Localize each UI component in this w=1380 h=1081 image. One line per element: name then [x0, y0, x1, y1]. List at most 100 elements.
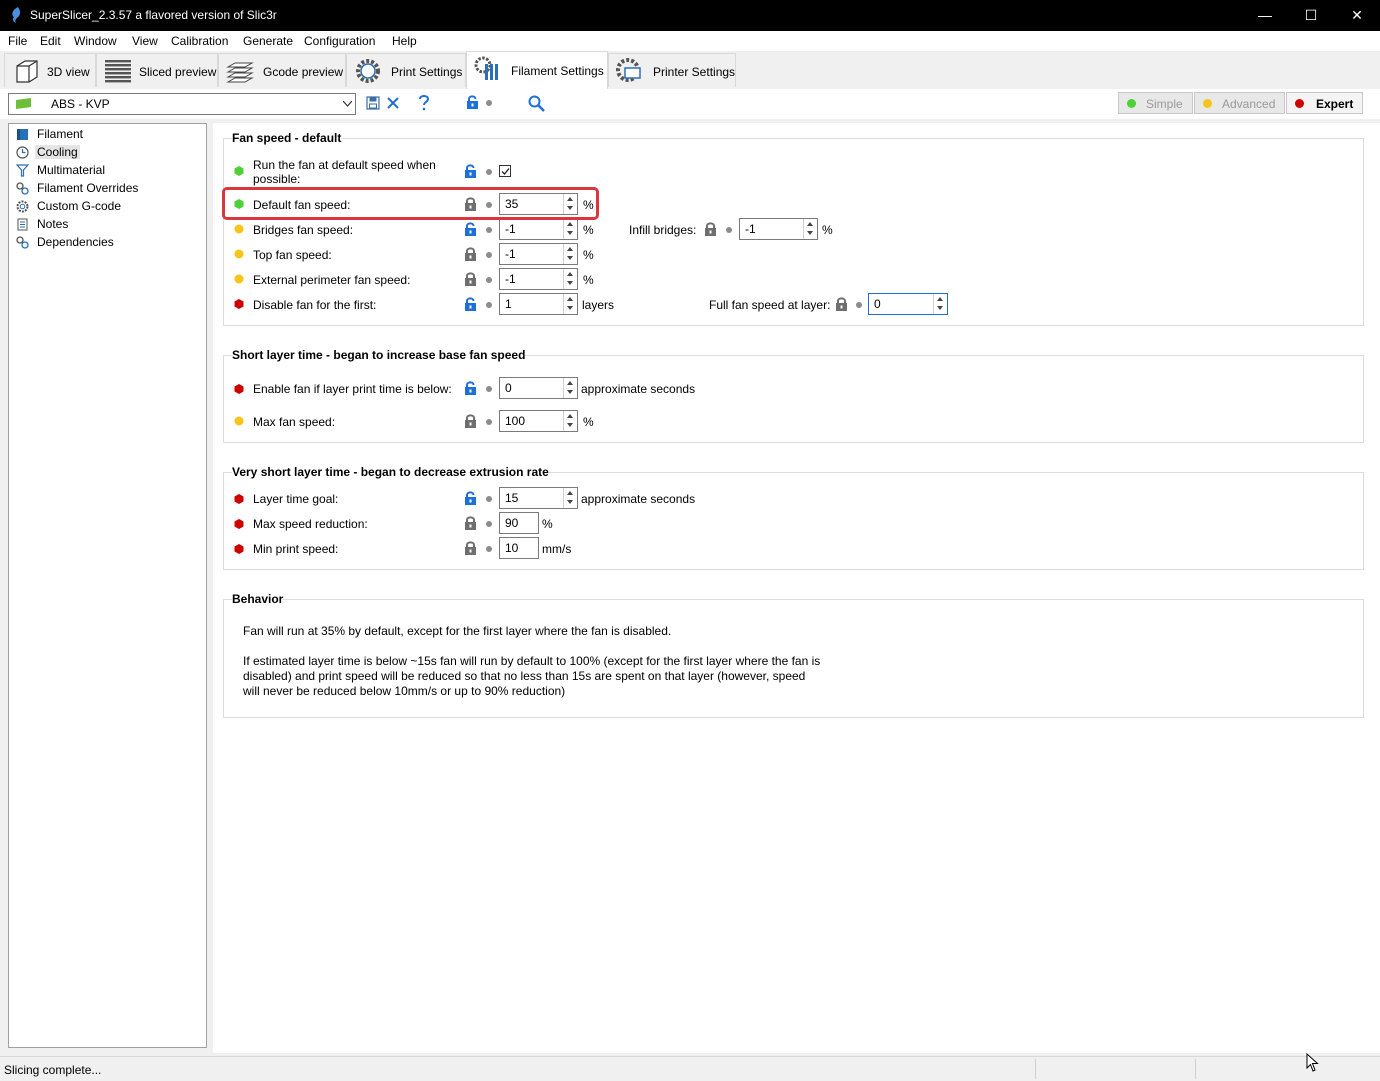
menu-file[interactable]: File — [8, 34, 27, 48]
unlock-icon[interactable] — [464, 381, 477, 395]
tree-item-custom-gcode[interactable]: Custom G-code — [14, 198, 204, 215]
tree-item-filament-overrides[interactable]: Filament Overrides — [14, 180, 204, 197]
green-mode-dot-icon — [234, 166, 244, 176]
red-mode-dot-icon — [234, 519, 244, 529]
save-preset-icon[interactable] — [366, 96, 380, 110]
infill-bridges-input[interactable]: -1 — [739, 218, 818, 240]
notes-icon — [17, 218, 28, 231]
top-fan-speed-input[interactable]: -1 — [499, 243, 578, 265]
run-fan-checkbox[interactable] — [499, 165, 511, 177]
minimize-button[interactable]: — — [1242, 0, 1288, 31]
system-value-dot-icon — [486, 169, 492, 175]
tree-item-cooling[interactable]: Cooling — [14, 144, 204, 161]
close-window-button[interactable]: ✕ — [1334, 0, 1380, 31]
spin-arrows[interactable] — [803, 219, 817, 239]
unlock-icon[interactable] — [464, 491, 477, 505]
filament-icon — [17, 129, 28, 140]
bridges-fan-speed-input[interactable]: -1 — [499, 218, 578, 240]
cube-icon — [16, 60, 38, 83]
checkmark-icon — [501, 168, 510, 175]
menu-window[interactable]: Window — [74, 34, 117, 48]
filament-spool-icon — [474, 56, 498, 80]
yellow-mode-dot-icon — [234, 274, 244, 284]
enable-fan-below-input[interactable]: 0 — [499, 377, 578, 399]
tab-gcode-preview[interactable]: Gcode preview — [218, 53, 346, 87]
layers-unit: layers — [582, 298, 615, 312]
help-question-icon[interactable] — [418, 94, 430, 111]
menu-help[interactable]: Help — [392, 34, 417, 48]
seconds-unit: approximate seconds — [581, 382, 696, 396]
spin-arrows[interactable] — [563, 378, 577, 398]
full-fan-speed-layer-input[interactable]: 0 — [868, 293, 948, 315]
wrench-gear-icon — [16, 182, 29, 195]
percent-unit: % — [583, 248, 594, 262]
lock-icon[interactable] — [464, 272, 477, 286]
system-value-dot-icon — [486, 227, 492, 233]
unlock-icon[interactable] — [466, 95, 479, 110]
spin-arrows[interactable] — [563, 219, 577, 239]
system-value-dot-icon — [486, 546, 492, 552]
tab-filament-settings[interactable]: Filament Settings — [466, 51, 608, 90]
yellow-mode-dot-icon — [234, 224, 244, 234]
menu-view[interactable]: View — [132, 34, 158, 48]
cooling-clock-icon — [16, 146, 29, 159]
system-value-dot-icon — [486, 419, 492, 425]
group-title-behavior: Behavior — [232, 592, 284, 606]
bridges-fan-speed-label: Bridges fan speed: — [253, 223, 354, 237]
tab-printer-settings[interactable]: Printer Settings — [608, 53, 736, 87]
max-fan-speed-input[interactable]: 100 — [499, 410, 578, 432]
menu-generate[interactable]: Generate — [243, 34, 293, 48]
lock-icon[interactable] — [464, 516, 477, 530]
spin-arrows[interactable] — [563, 411, 577, 431]
max-speed-reduction-input[interactable]: 90 — [499, 512, 539, 534]
mode-simple-button[interactable]: Simple — [1118, 92, 1193, 114]
lock-icon[interactable] — [704, 222, 717, 236]
unlock-icon[interactable] — [464, 164, 477, 178]
infill-bridges-label: Infill bridges: — [629, 223, 697, 237]
spin-arrows[interactable] — [563, 294, 577, 314]
spin-arrows[interactable] — [563, 488, 577, 508]
percent-unit: % — [583, 415, 594, 429]
mode-advanced-button[interactable]: Advanced — [1194, 92, 1285, 114]
window-title: SuperSlicer_2.3.57 a flavored version of… — [30, 8, 277, 22]
spin-arrows[interactable] — [563, 269, 577, 289]
external-perimeter-fan-input[interactable]: -1 — [499, 268, 578, 290]
tree-item-multimaterial[interactable]: Multimaterial — [14, 162, 204, 179]
behavior-description-1: Fan will run at 35% by default, except f… — [243, 624, 672, 638]
lock-icon[interactable] — [464, 414, 477, 428]
red-mode-dot-icon — [234, 384, 244, 394]
spin-arrows[interactable] — [933, 294, 947, 314]
layer-time-goal-input[interactable]: 15 — [499, 487, 578, 509]
lock-icon[interactable] — [835, 297, 848, 311]
min-print-speed-input[interactable]: 10 — [499, 537, 539, 559]
disable-fan-first-input[interactable]: 1 — [499, 293, 578, 315]
spin-arrows[interactable] — [563, 244, 577, 264]
tree-item-filament[interactable]: Filament — [14, 126, 204, 143]
preset-dropdown[interactable]: ABS - KVP — [8, 93, 356, 115]
menu-configuration[interactable]: Configuration — [304, 34, 375, 48]
tab-sliced-preview[interactable]: Sliced preview — [96, 53, 218, 87]
tree-item-dependencies[interactable]: Dependencies — [14, 234, 204, 251]
lock-icon[interactable] — [464, 247, 477, 261]
unlock-icon[interactable] — [464, 297, 477, 311]
gcode-layers-icon — [226, 62, 254, 83]
maximize-button[interactable]: ☐ — [1288, 0, 1334, 31]
red-mode-dot-icon — [234, 494, 244, 504]
lock-icon[interactable] — [464, 541, 477, 555]
tab-3d-view[interactable]: 3D view — [4, 53, 96, 87]
gear-icon — [16, 200, 29, 213]
search-icon[interactable] — [528, 95, 545, 112]
delete-preset-icon[interactable] — [386, 96, 400, 110]
mode-expert-button[interactable]: Expert — [1286, 92, 1363, 114]
menu-calibration[interactable]: Calibration — [171, 34, 228, 48]
mouse-cursor-icon — [1306, 1053, 1319, 1072]
system-value-dot-icon — [486, 277, 492, 283]
full-fan-speed-layer-label: Full fan speed at layer: — [709, 298, 831, 312]
tab-print-settings[interactable]: Print Settings — [346, 53, 466, 87]
tree-item-notes[interactable]: Notes — [14, 216, 204, 233]
group-very-short-layer-time — [223, 472, 1364, 570]
menu-edit[interactable]: Edit — [40, 34, 61, 48]
percent-unit: % — [542, 517, 553, 531]
unlock-icon[interactable] — [464, 222, 477, 236]
system-value-dot-icon — [486, 302, 492, 308]
